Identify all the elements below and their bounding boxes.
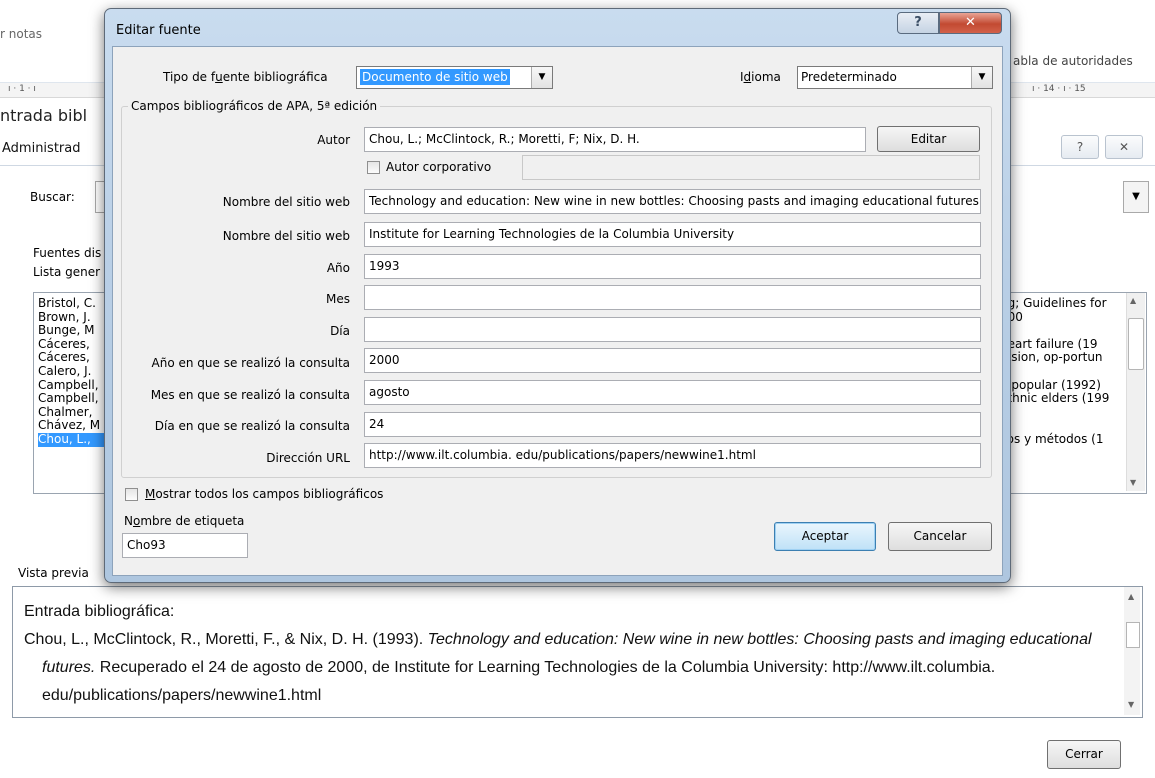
ruler-right-ticks: ı · 14 · ı · 15 [1032, 84, 1086, 94]
list-item-title[interactable]: ng; Guidelines for [1000, 297, 1128, 311]
source-type-dropdown-icon[interactable]: ▼ [531, 67, 552, 88]
site-name-field-2[interactable]: Institute for Learning Technologies de l… [364, 222, 981, 247]
cancel-button[interactable]: Cancelar [888, 522, 992, 551]
list-item-title[interactable] [1000, 406, 1128, 420]
language-select[interactable]: Predeterminado ▼ [797, 66, 993, 89]
corporate-author-label: Autor corporativo [386, 160, 492, 174]
tag-name-label: Nombre de etiqueta [124, 514, 245, 528]
preview-authors: Chou, L., McClintock, R., Moretti, F., &… [24, 631, 428, 648]
site-name-field-1[interactable]: Technology and education: New wine in ne… [364, 189, 981, 214]
tag-name-field[interactable]: Cho93 [122, 533, 248, 558]
preview-scrollbar[interactable] [1124, 587, 1140, 715]
language-dropdown-icon[interactable]: ▼ [971, 67, 992, 88]
preview-citation: Chou, L., McClintock, R., Moretti, F., &… [24, 626, 1114, 710]
dialog-close-icon[interactable]: ✕ [939, 12, 1002, 34]
author-label: Autor [317, 133, 350, 147]
author-field[interactable]: Chou, L.; McClintock, R.; Moretti, F; Ni… [364, 127, 866, 152]
sources-list-titles[interactable]: ng; Guidelines for 000 heart failure (19 V… [1000, 297, 1128, 447]
corporate-author-checkbox[interactable] [367, 161, 380, 174]
month-field[interactable] [364, 285, 981, 310]
source-manager-close-icon[interactable]: ✕ [1105, 135, 1143, 159]
site-name-label-2: Nombre del sitio web [222, 229, 350, 243]
list-item-title[interactable] [1000, 365, 1128, 379]
preview-scroll-down-icon[interactable]: ▼ [1128, 700, 1134, 709]
access-year-label: Año en que se realizó la consulta [151, 356, 350, 370]
site-name-label-1: Nombre del sitio web [222, 195, 350, 209]
show-all-fields-checkbox[interactable] [125, 488, 138, 501]
day-label: Día [330, 324, 350, 338]
list-item-title[interactable]: n popular (1992) [1000, 378, 1128, 393]
edit-author-button[interactable]: Editar [877, 126, 980, 152]
ribbon-authorities-label[interactable]: abla de autoridades [1013, 54, 1133, 68]
source-type-label: Tipo de fuente bibliográfica [163, 70, 328, 84]
scroll-up-icon[interactable]: ▲ [1130, 296, 1136, 305]
source-manager-title: Administrad [2, 141, 81, 156]
list-item-title[interactable]: 000 [1000, 310, 1128, 325]
access-month-field[interactable]: agosto [364, 380, 981, 405]
source-type-select[interactable]: Documento de sitio web ▼ [356, 66, 553, 89]
url-field[interactable]: http://www.ilt.columbia. edu/publication… [364, 443, 981, 468]
search-label: Buscar: [30, 190, 75, 204]
list-item-title[interactable] [1000, 419, 1128, 433]
preview-content: Entrada bibliográfica: Chou, L., McClint… [24, 598, 1114, 710]
preview-heading: Entrada bibliográfica: [24, 603, 175, 620]
year-label: Año [326, 261, 350, 275]
master-list-label: Lista gener [33, 265, 101, 279]
ruler-left-ticks: ı · 1 · ı [8, 84, 36, 94]
available-sources-label: Fuentes dis [33, 246, 102, 260]
day-field[interactable] [364, 317, 981, 342]
document-heading: ntrada bibl [0, 106, 88, 125]
search-sort-dropdown[interactable]: ▼ [1123, 181, 1149, 213]
access-day-field[interactable]: 24 [364, 412, 981, 437]
access-month-label: Mes en que se realizó la consulta [150, 388, 350, 402]
year-field[interactable]: 1993 [364, 254, 981, 279]
preview-scroll-up-icon[interactable]: ▲ [1128, 592, 1134, 601]
dialog-title: Editar fuente [116, 23, 201, 38]
preview-source-details: Recuperado el 24 de agosto de 2000, de I… [42, 659, 996, 704]
preview-label: Vista previa [18, 566, 89, 580]
language-label: Idioma [740, 70, 781, 84]
list-item-title[interactable]: heart failure (19 [1000, 337, 1128, 352]
corporate-author-field [522, 155, 980, 180]
month-label: Mes [326, 292, 350, 306]
accept-button[interactable]: Aceptar [774, 522, 876, 551]
list-item-title[interactable]: lios y métodos (1 [1000, 432, 1128, 447]
dialog-help-icon[interactable]: ? [897, 12, 939, 34]
group-title: Campos bibliográficos de APA, 5ª edición [128, 99, 381, 113]
list-item-title[interactable]: ethnic elders (199 [1000, 392, 1128, 406]
show-all-fields-label: Mostrar todos los campos bibliográficos [145, 487, 384, 501]
sources-list-scroll-thumb[interactable] [1128, 318, 1144, 370]
list-item-title[interactable]: Vision, op-portun [1000, 351, 1128, 365]
language-value: Predeterminado [801, 70, 897, 84]
url-label: Dirección URL [266, 451, 350, 465]
source-type-value: Documento de sitio web [360, 69, 510, 85]
list-item-title[interactable] [1000, 324, 1128, 338]
scroll-down-icon[interactable]: ▼ [1130, 478, 1136, 487]
access-day-label: Día en que se realizó la consulta [154, 419, 350, 433]
access-year-field[interactable]: 2000 [364, 348, 981, 373]
source-manager-help-icon[interactable]: ? [1061, 135, 1099, 159]
ribbon-notes-label[interactable]: r notas [0, 27, 42, 41]
close-button[interactable]: Cerrar [1047, 740, 1121, 769]
preview-scroll-thumb[interactable] [1126, 622, 1140, 648]
